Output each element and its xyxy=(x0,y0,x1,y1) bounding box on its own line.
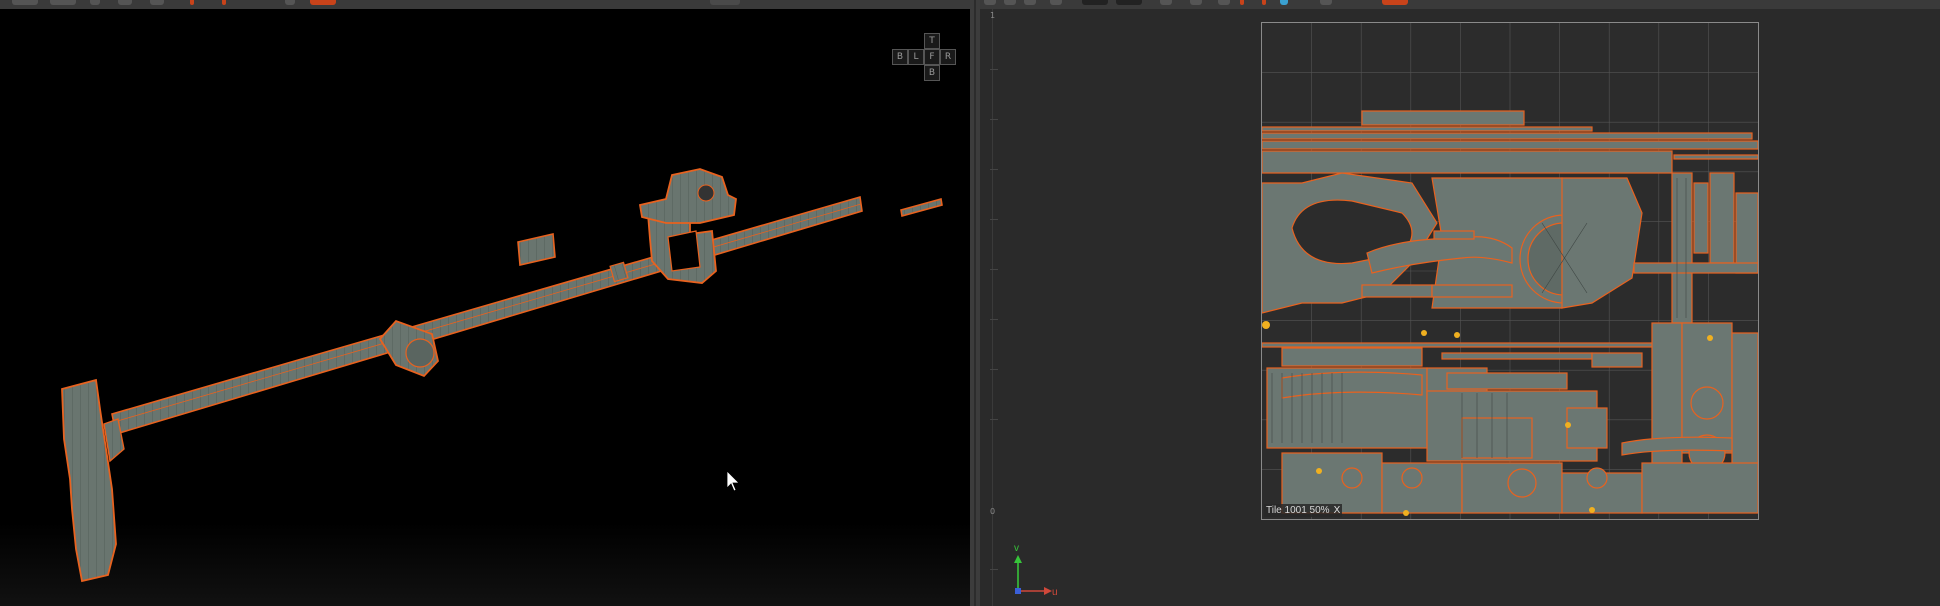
tile-label-text: Tile 1001 50% xyxy=(1266,505,1330,516)
toolbar-indicator xyxy=(1280,0,1288,5)
toolbar-button[interactable] xyxy=(710,0,740,5)
toolbar-button[interactable] xyxy=(1050,0,1062,5)
toolbar-button[interactable] xyxy=(12,0,38,5)
block-piece xyxy=(517,233,556,266)
toolbar-indicator xyxy=(1240,0,1244,5)
tile-label: Tile 1001 50% X xyxy=(1264,504,1343,517)
uv-islands xyxy=(1262,23,1758,519)
rifle-mesh-model xyxy=(61,168,943,583)
floating-piece xyxy=(900,197,943,218)
uv-axis-gizmo: v u xyxy=(1004,543,1064,598)
toolbar-button[interactable] xyxy=(150,0,164,5)
toolbar-button[interactable] xyxy=(984,0,996,5)
view-cube-top[interactable]: T xyxy=(924,33,940,49)
toolbar-button[interactable] xyxy=(1160,0,1172,5)
viewport-toolbar xyxy=(0,0,970,9)
view-cube-bottom[interactable]: B xyxy=(924,65,940,81)
uv-editor[interactable]: 1 0 Tile 1001 50% X v u xyxy=(980,9,1940,606)
sight-mesh xyxy=(638,168,737,224)
view-cube-back[interactable]: B xyxy=(892,49,908,65)
toolbar-button[interactable] xyxy=(118,0,132,5)
toolbar-indicator xyxy=(222,0,226,5)
toolbar-button[interactable] xyxy=(90,0,100,5)
toolbar-button[interactable] xyxy=(1116,0,1142,5)
ruler-label-bottom: 0 xyxy=(990,507,996,516)
axis-u-label: u xyxy=(1052,587,1058,598)
view-cube-right[interactable]: R xyxy=(940,49,956,65)
view-cube-front[interactable]: F xyxy=(924,49,940,65)
view-cube-left[interactable]: L xyxy=(908,49,924,65)
toolbar-button[interactable] xyxy=(1190,0,1202,5)
toolbar-button[interactable] xyxy=(1082,0,1108,5)
toolbar-button[interactable] xyxy=(50,0,76,5)
uv-tile-1001[interactable]: Tile 1001 50% X xyxy=(1261,22,1759,520)
toolbar-indicator xyxy=(1262,0,1266,5)
panel-splitter[interactable] xyxy=(970,0,980,606)
toolbar-button[interactable] xyxy=(1024,0,1036,5)
toolbar-indicator xyxy=(190,0,194,5)
uv-ruler: 1 0 xyxy=(980,9,998,606)
ruler-label-top: 1 xyxy=(990,11,996,20)
axis-v-label: v xyxy=(1014,543,1019,554)
rail-mesh xyxy=(111,195,863,436)
cursor-arrow-icon xyxy=(726,470,740,492)
record-button[interactable] xyxy=(1382,0,1408,5)
toolbar-button[interactable] xyxy=(1320,0,1332,5)
view-cube[interactable]: T B L F R B xyxy=(892,33,956,81)
stock-mesh xyxy=(61,378,117,583)
uv-toolbar xyxy=(980,0,1940,9)
3d-viewport[interactable]: T B L F R B xyxy=(0,9,970,606)
toolbar-button[interactable] xyxy=(285,0,295,5)
close-icon[interactable]: X xyxy=(1334,505,1341,516)
toolbar-button[interactable] xyxy=(1218,0,1230,5)
record-button[interactable] xyxy=(310,0,336,5)
toolbar-button[interactable] xyxy=(1004,0,1016,5)
